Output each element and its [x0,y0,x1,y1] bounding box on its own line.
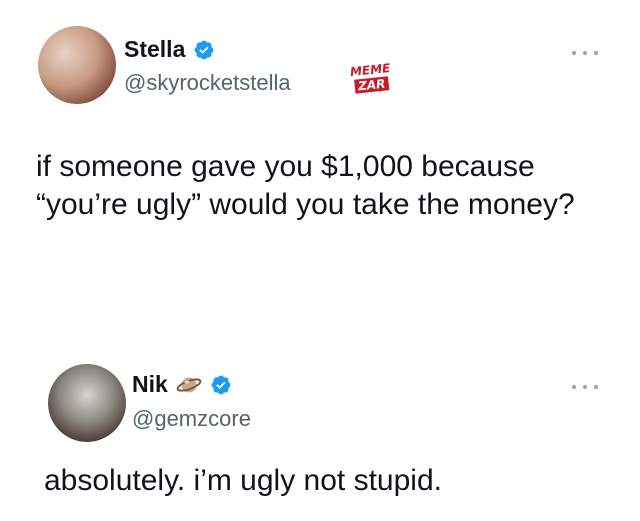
verified-badge-icon [194,40,214,59]
author-handle[interactable]: @skyrocketstella [124,72,291,94]
tweet-text: if someone gave you $1,000 because “you’… [36,148,575,224]
avatar-nik[interactable] [48,364,126,442]
more-options-icon[interactable] [572,48,598,58]
memezar-watermark: MEME ZAR [349,60,391,94]
tweet-text-line: if someone gave you $1,000 because [36,150,535,183]
planet-icon [176,377,202,392]
author-name[interactable]: Stella [124,38,185,61]
verified-badge-icon [211,375,231,394]
tweet-text: absolutely. i’m ugly not stupid. [44,462,442,500]
more-options-icon[interactable] [572,382,598,392]
author-handle[interactable]: @gemzcore [132,408,251,430]
tweet-text-line: absolutely. i’m ugly not stupid. [44,464,442,497]
author-name[interactable]: Nik [132,373,168,396]
avatar-stella[interactable] [38,26,116,104]
tweet-stella: Stella @skyrocketstella MEME ZAR if some… [0,0,640,300]
author-row: Nik [132,373,232,396]
author-row: Stella [124,38,215,61]
tweet-text-line: “you’re ugly” would you take the money? [36,188,575,221]
